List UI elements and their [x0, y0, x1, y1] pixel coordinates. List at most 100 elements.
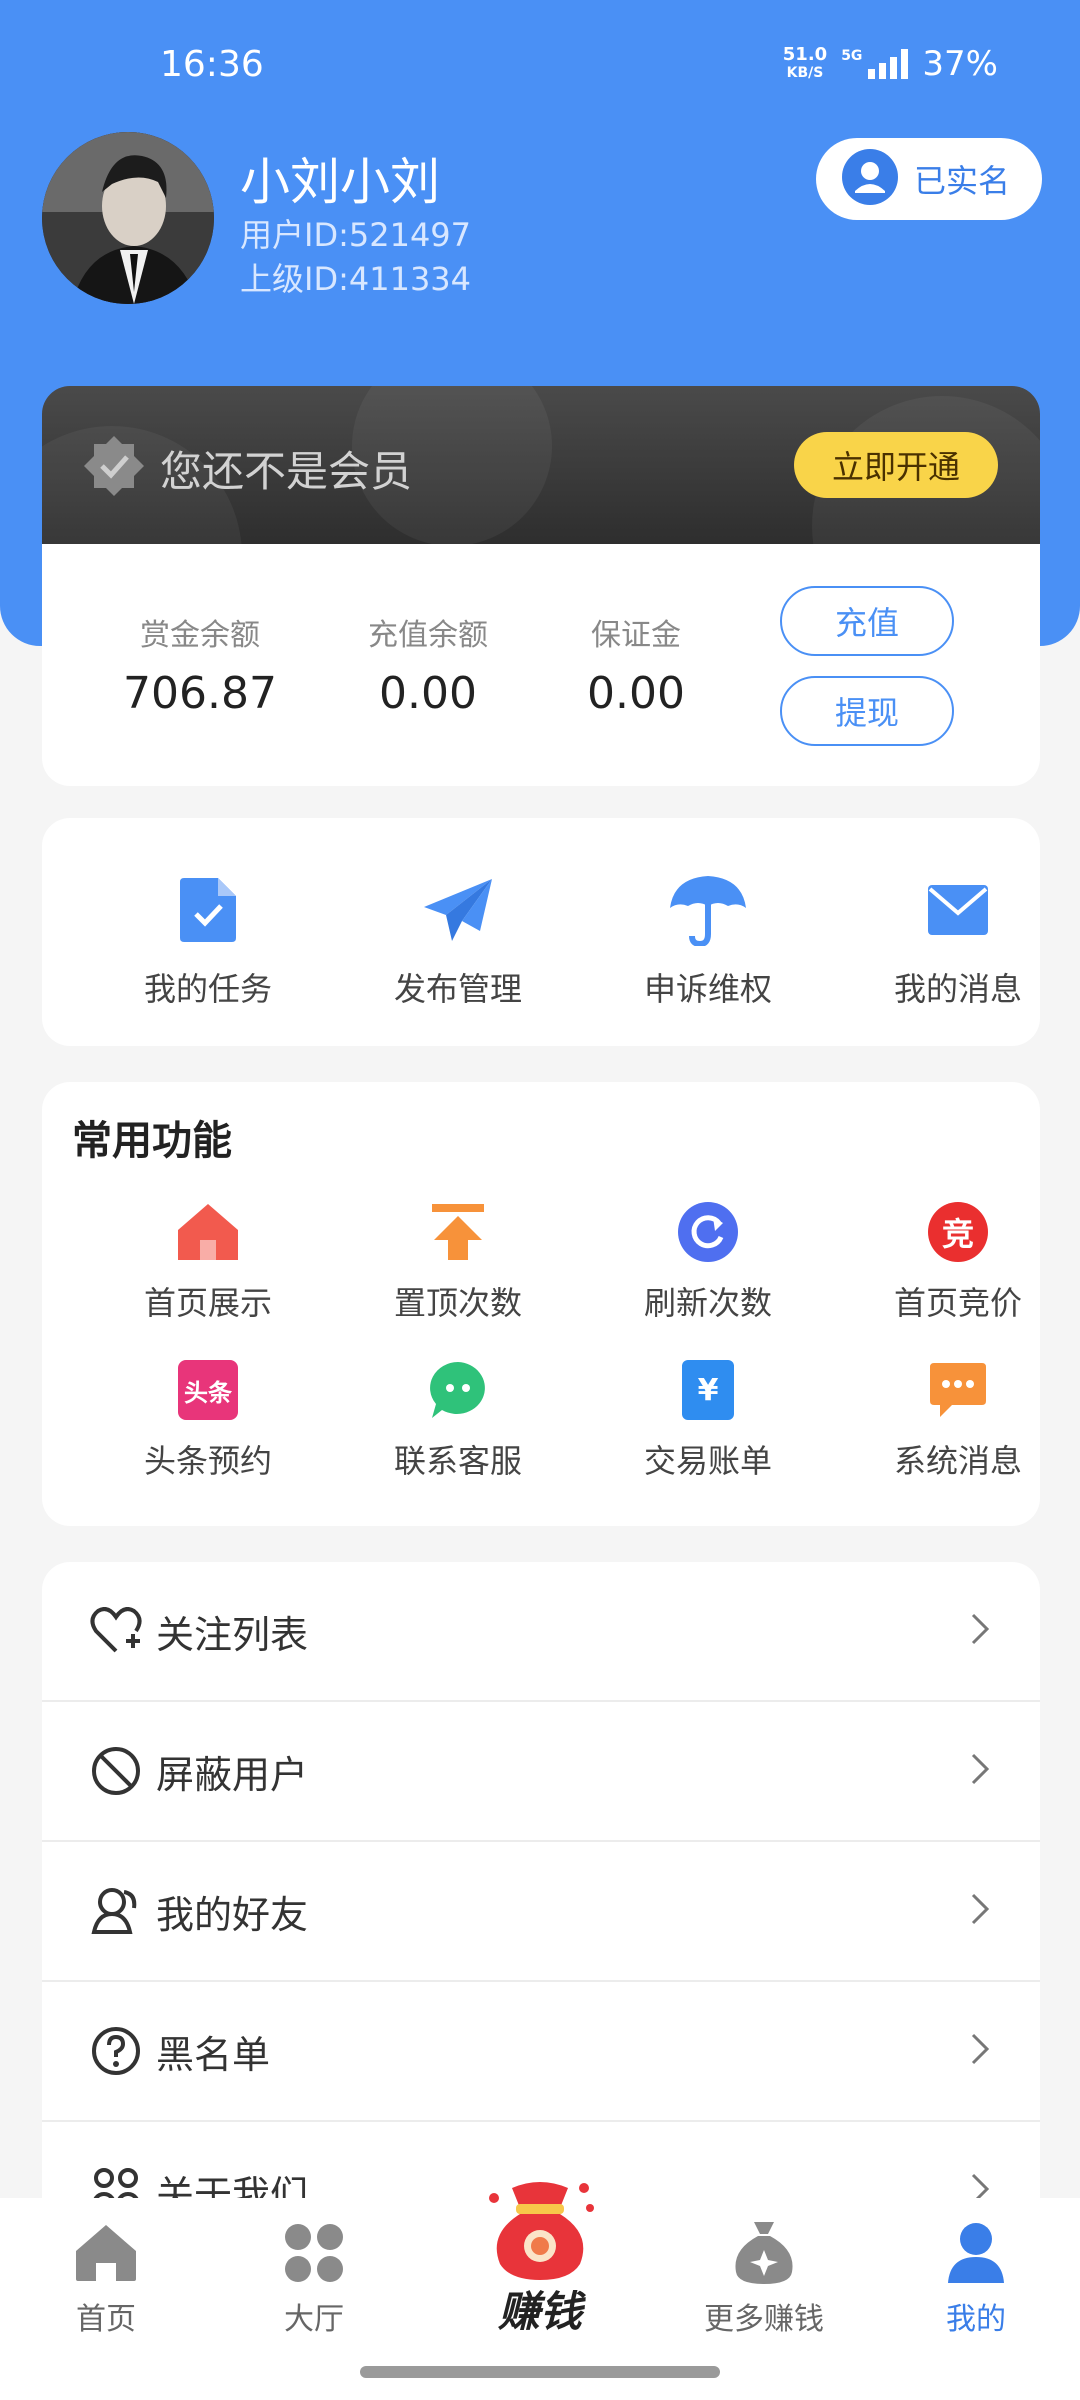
- chevron-right-icon: [970, 1612, 990, 1650]
- person-icon: [941, 2218, 1011, 2288]
- common-functions-card: 常用功能 首页展示 置顶次数 刷新次数 竞 首页竞价 头条 头条预约 联系客服: [42, 1082, 1040, 1526]
- quick-actions-card: 我的任务 发布管理 申诉维权 我的消息: [42, 818, 1040, 1046]
- my-tasks-button[interactable]: 我的任务: [108, 874, 308, 1010]
- chat-icon: [426, 1358, 490, 1422]
- chevron-right-icon: [970, 1892, 990, 1930]
- bill-icon: ¥: [676, 1358, 740, 1422]
- signal-icon: [868, 49, 909, 79]
- refresh-count-button[interactable]: 刷新次数: [608, 1200, 808, 1324]
- function-label: 头条预约: [143, 1442, 272, 1480]
- verified-button[interactable]: 已实名: [816, 138, 1042, 220]
- balance-label: 充值余额: [368, 618, 488, 653]
- function-label: 首页竞价: [893, 1284, 1022, 1322]
- network-speed: 51.0 KB/S: [783, 46, 827, 82]
- function-label: 交易账单: [643, 1442, 772, 1480]
- menu-label: 黑名单: [156, 2032, 271, 2077]
- blacklist-row[interactable]: 黑名单: [42, 1982, 1040, 2122]
- function-label: 刷新次数: [643, 1284, 772, 1322]
- follow-list-row[interactable]: 关注列表: [42, 1562, 1040, 1702]
- appeal-rights-button[interactable]: 申诉维权: [608, 874, 808, 1010]
- verified-label: 已实名: [914, 162, 1011, 200]
- chevron-right-icon: [970, 2032, 990, 2070]
- blocked-users-row[interactable]: 屏蔽用户: [42, 1702, 1040, 1842]
- settings-list: 关注列表 屏蔽用户 我的好友 黑名单 关于我们: [42, 1562, 1040, 2262]
- bid-glyph: 竞: [928, 1202, 988, 1262]
- function-label: 联系客服: [393, 1442, 522, 1480]
- earn-label: 赚钱: [497, 2287, 582, 2336]
- system-message-button[interactable]: 系统消息: [858, 1358, 1058, 1482]
- member-badge-icon: [82, 434, 146, 502]
- refresh-icon: [676, 1200, 740, 1264]
- umbrella-icon: [668, 874, 748, 946]
- quick-label: 申诉维权: [643, 970, 772, 1008]
- deposit-balance: 保证金 0.00: [536, 610, 736, 719]
- function-label: 首页展示: [143, 1284, 272, 1322]
- membership-status: 您还不是会员: [160, 447, 413, 496]
- status-time: 16:36: [160, 44, 264, 85]
- transaction-bill-button[interactable]: ¥ 交易账单: [608, 1358, 808, 1482]
- menu-label: 关注列表: [156, 1612, 309, 1657]
- network-speed-unit: KB/S: [786, 65, 824, 81]
- heart-plus-icon: [90, 1605, 142, 1657]
- headline-glyph: 头条: [178, 1360, 238, 1420]
- balance-value: 0.00: [587, 668, 685, 719]
- avatar[interactable]: [42, 132, 214, 304]
- menu-label: 屏蔽用户: [156, 1752, 309, 1797]
- balance-value: 706.87: [123, 668, 277, 719]
- money-bag-icon: [480, 2174, 600, 2284]
- home-icon: [176, 1200, 240, 1264]
- quick-label: 发布管理: [393, 970, 522, 1008]
- user-name: 小刘小刘: [240, 153, 440, 211]
- system-message-icon: [926, 1358, 990, 1422]
- section-title: 常用功能: [72, 1118, 232, 1164]
- home-indicator[interactable]: [360, 2366, 720, 2378]
- nav-label: 首页: [76, 2302, 136, 2337]
- quick-label: 我的任务: [143, 970, 272, 1008]
- quick-label: 我的消息: [893, 970, 1022, 1008]
- nav-earn[interactable]: 赚钱: [470, 2174, 610, 2339]
- headline-icon: 头条: [176, 1358, 240, 1422]
- membership-banner: 您还不是会员 立即开通: [42, 386, 1040, 544]
- recharge-button[interactable]: 充值: [780, 586, 954, 656]
- network-type: 5G: [841, 48, 863, 64]
- grid-icon: [279, 2218, 349, 2288]
- battery-level: 37%: [922, 44, 998, 84]
- headline-booking-button[interactable]: 头条 头条预约: [108, 1358, 308, 1482]
- nav-label: 大厅: [284, 2302, 344, 2337]
- chevron-right-icon: [970, 1752, 990, 1790]
- function-label: 置顶次数: [393, 1284, 522, 1322]
- my-friends-row[interactable]: 我的好友: [42, 1842, 1040, 1982]
- bounty-balance: 赏金余额 706.87: [100, 610, 300, 719]
- question-icon: [90, 2025, 142, 2077]
- open-membership-button[interactable]: 立即开通: [794, 432, 998, 498]
- balance-card: 赏金余额 706.87 充值余额 0.00 保证金 0.00 充值 提现: [42, 544, 1040, 786]
- recharge-balance: 充值余额 0.00: [328, 610, 528, 719]
- person-circle-icon: [842, 149, 898, 209]
- nav-label: 更多赚钱: [704, 2302, 824, 2337]
- mail-icon: [918, 874, 998, 946]
- task-doc-icon: [168, 874, 248, 946]
- homepage-bidding-button[interactable]: 竞 首页竞价: [858, 1200, 1058, 1324]
- nav-hall[interactable]: 大厅: [224, 2218, 404, 2338]
- friends-icon: [90, 1885, 142, 1937]
- nav-mine[interactable]: 我的: [886, 2218, 1066, 2338]
- contact-support-button[interactable]: 联系客服: [358, 1358, 558, 1482]
- my-messages-button[interactable]: 我的消息: [858, 874, 1058, 1010]
- pin-count-button[interactable]: 置顶次数: [358, 1200, 558, 1324]
- balance-label: 赏金余额: [140, 618, 260, 653]
- parent-id: 上级ID:411334: [240, 260, 472, 298]
- nav-label: 我的: [946, 2302, 1006, 2337]
- block-icon: [90, 1745, 142, 1797]
- nav-more-earning[interactable]: 更多赚钱: [674, 2218, 854, 2338]
- balance-value: 0.00: [379, 668, 477, 719]
- bill-glyph: ¥: [682, 1360, 734, 1420]
- paper-plane-icon: [418, 874, 498, 946]
- balance-label: 保证金: [591, 618, 681, 653]
- nav-home[interactable]: 首页: [16, 2218, 196, 2338]
- network-speed-value: 51.0: [782, 44, 828, 65]
- withdraw-button[interactable]: 提现: [780, 676, 954, 746]
- publish-management-button[interactable]: 发布管理: [358, 874, 558, 1010]
- status-bar: 16:36 51.0 KB/S 5G 37%: [0, 0, 1080, 140]
- homepage-display-button[interactable]: 首页展示: [108, 1200, 308, 1324]
- user-id: 用户ID:521497: [240, 216, 472, 254]
